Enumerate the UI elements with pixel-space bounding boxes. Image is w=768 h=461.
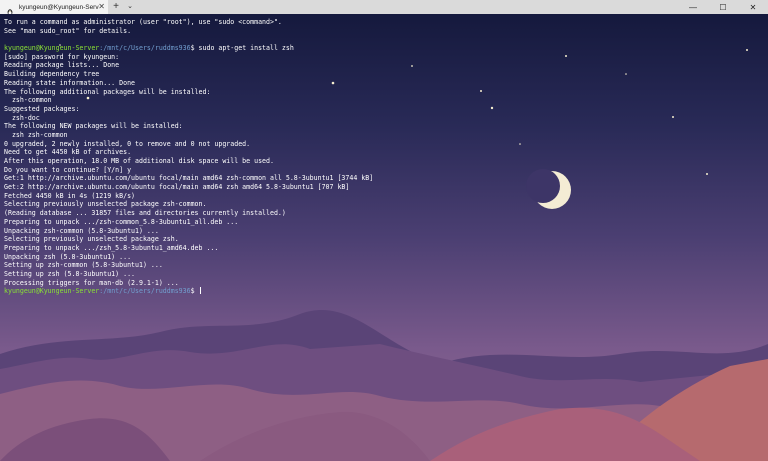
prompt-path: :/mnt/c/Users/ruddms936 (99, 44, 191, 53)
output-text: (Reading database ... 31857 files and di… (4, 209, 286, 218)
output-text: zsh zsh-common (4, 130, 68, 139)
terminal-line: kyungeun@Kyungeun-Server:/mnt/c/Users/ru… (4, 287, 373, 296)
output-text: Reading state information... Done (4, 78, 136, 87)
terminal-line: See "man sudo_root" for details. (4, 27, 373, 36)
terminal-window: kyungeun@Kyungeun-Server: / ✕ + ⌄ — ☐ ✕ (0, 0, 768, 461)
terminal-line: 0 upgraded, 2 newly installed, 0 to remo… (4, 140, 373, 149)
output-text: Selecting previously unselected package … (4, 235, 179, 244)
output-text: Selecting previously unselected package … (4, 200, 207, 209)
output-text: Do you want to continue? [Y/n] y (4, 165, 132, 174)
terminal-line: (Reading database ... 31857 files and di… (4, 209, 373, 218)
terminal-line: Do you want to continue? [Y/n] y (4, 166, 373, 175)
output-text: Fetched 4450 kB in 4s (1219 kB/s) (4, 191, 136, 200)
moon (526, 169, 571, 209)
output-text: [sudo] password for kyungeun: (4, 52, 120, 61)
prompt-user: kyungeun@Kyungeun-Server (4, 44, 100, 53)
terminal-line: Preparing to unpack .../zsh_5.8-3ubuntu1… (4, 244, 373, 253)
terminal-line: To run a command as administrator (user … (4, 18, 373, 27)
output-text: Setting up zsh-common (5.8-3ubuntu1) ... (4, 261, 163, 270)
text-cursor (199, 287, 201, 295)
output-text: Unpacking zsh (5.8-3ubuntu1) ... (4, 252, 132, 261)
output-text: Reading package lists... Done (4, 61, 120, 70)
terminal-line: zsh-common (4, 96, 373, 105)
output-text: To run a command as administrator (user … (4, 18, 282, 26)
terminal-line: Selecting previously unselected package … (4, 235, 373, 244)
output-text: Setting up zsh (5.8-3ubuntu1) ... (4, 269, 136, 278)
terminal-line: Setting up zsh-common (5.8-3ubuntu1) ... (4, 261, 373, 270)
terminal-line: kyungeun@Kyungeun-Server:/mnt/c/Users/ru… (4, 44, 373, 53)
linux-penguin-icon (6, 3, 14, 16)
terminal-line: Suggested packages: (4, 105, 373, 114)
terminal-line: Unpacking zsh (5.8-3ubuntu1) ... (4, 253, 373, 262)
output-text: After this operation, 18.0 MB of additio… (4, 157, 274, 165)
prompt-path: :/mnt/c/Users/ruddms936 (99, 287, 191, 296)
prompt-command: $ (190, 287, 199, 296)
output-text: Need to get 4450 kB of archives. (4, 148, 132, 157)
terminal-line: After this operation, 18.0 MB of additio… (4, 157, 373, 166)
terminal-line: Reading state information... Done (4, 79, 373, 88)
terminal-line: Building dependency tree (4, 70, 373, 79)
output-text: Get:1 http://archive.ubuntu.com/ubuntu f… (4, 174, 374, 183)
title-bar-drag-area[interactable] (136, 0, 678, 14)
output-text: The following NEW packages will be insta… (4, 122, 183, 131)
output-text: Preparing to unpack .../zsh_5.8-3ubuntu1… (4, 243, 219, 252)
output-text: Preparing to unpack .../zsh-common_5.8-3… (4, 217, 239, 226)
terminal-line: [sudo] password for kyungeun: (4, 53, 373, 62)
output-text: 0 upgraded, 2 newly installed, 0 to remo… (4, 139, 251, 148)
tab-title: kyungeun@Kyungeun-Server: / (19, 3, 99, 11)
terminal-line: The following NEW packages will be insta… (4, 122, 373, 131)
terminal-line: Need to get 4450 kB of archives. (4, 148, 373, 157)
terminal-line: zsh zsh-common (4, 131, 373, 140)
output-text: Get:2 http://archive.ubuntu.com/ubuntu f… (4, 183, 350, 192)
terminal-output[interactable]: To run a command as administrator (user … (4, 18, 373, 296)
title-bar: kyungeun@Kyungeun-Server: / ✕ + ⌄ — ☐ ✕ (0, 0, 768, 16)
terminal-line: Get:1 http://archive.ubuntu.com/ubuntu f… (4, 174, 373, 183)
prompt-command: $ sudo apt-get install zsh (190, 44, 294, 53)
maximize-button[interactable]: ☐ (708, 0, 738, 14)
output-text: Unpacking zsh-common (5.8-3ubuntu1) ... (4, 226, 159, 235)
chevron-down-icon[interactable]: ⌄ (124, 0, 136, 14)
tab-close-icon[interactable]: ✕ (98, 2, 105, 12)
output-text: Building dependency tree (4, 70, 100, 79)
tab-ubuntu[interactable]: kyungeun@Kyungeun-Server: / ✕ (0, 0, 108, 16)
minimize-button[interactable]: — (678, 0, 708, 14)
terminal-line: Fetched 4450 kB in 4s (1219 kB/s) (4, 192, 373, 201)
terminal-line: The following additional packages will b… (4, 88, 373, 97)
output-text: Suggested packages: (4, 104, 80, 113)
terminal-line: Get:2 http://archive.ubuntu.com/ubuntu f… (4, 183, 373, 192)
new-tab-button[interactable]: + (108, 0, 124, 14)
terminal-line: Unpacking zsh-common (5.8-3ubuntu1) ... (4, 227, 373, 236)
output-text: Processing triggers for man-db (2.9.1-1)… (4, 278, 179, 287)
terminal-line: Preparing to unpack .../zsh-common_5.8-3… (4, 218, 373, 227)
terminal-line: zsh-doc (4, 114, 373, 123)
prompt-user: kyungeun@Kyungeun-Server (4, 287, 100, 296)
output-text: zsh-common (4, 96, 52, 105)
terminal-line: Setting up zsh (5.8-3ubuntu1) ... (4, 270, 373, 279)
output-text: zsh-doc (4, 113, 40, 122)
output-text: The following additional packages will b… (4, 87, 211, 96)
terminal-line: Reading package lists... Done (4, 61, 373, 70)
terminal-line: Processing triggers for man-db (2.9.1-1)… (4, 279, 373, 288)
output-text: See "man sudo_root" for details. (4, 26, 132, 35)
terminal-line: Selecting previously unselected package … (4, 200, 373, 209)
close-button[interactable]: ✕ (738, 0, 768, 14)
